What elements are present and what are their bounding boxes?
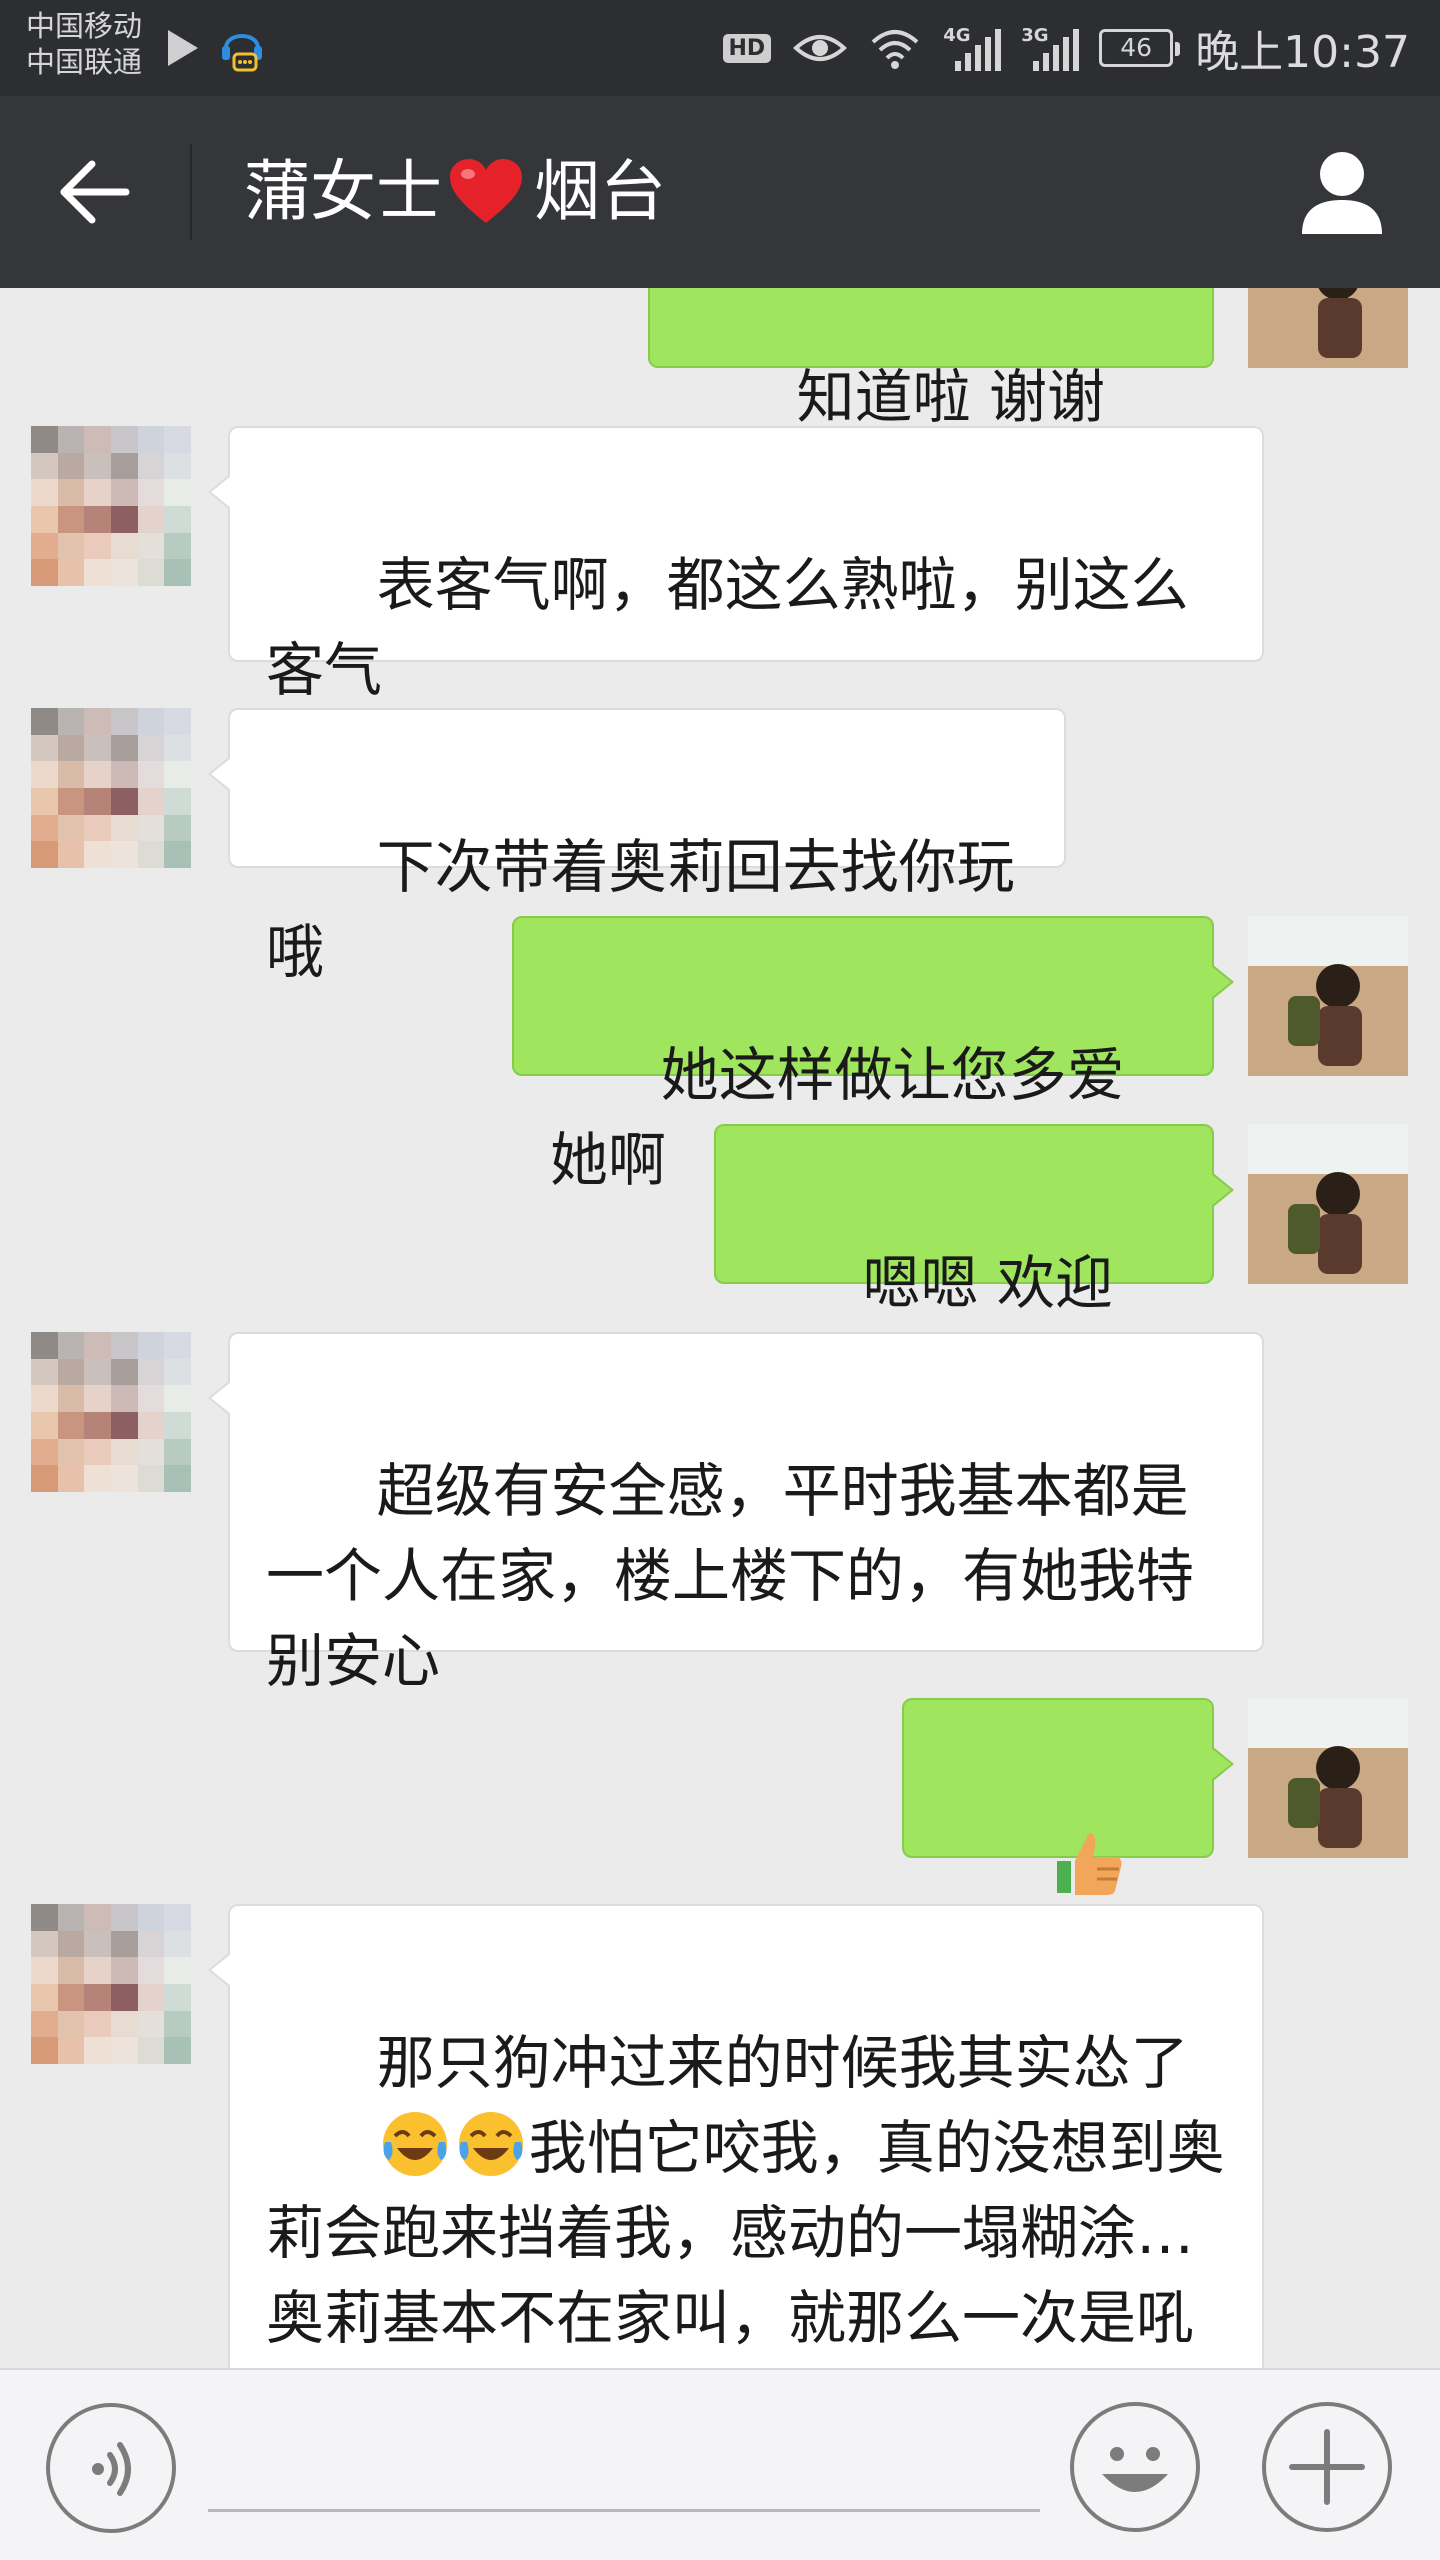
message-text: 知道啦 谢谢 [796,363,1106,431]
message-bubble-incoming[interactable]: 表客气啊，都这么熟啦，别这么客气 [208,426,1264,704]
my-avatar[interactable] [1248,1698,1408,1858]
chat-title: 蒲女士 烟台 [244,154,666,230]
play-icon [168,30,198,66]
smiley-icon [1102,2447,1168,2492]
message-list[interactable]: 知道啦 谢谢 表客气啊，都这么熟啦，别这么客气 下次带着奥莉回去找你玩哦 她这样… [0,288,1440,2368]
message-bubble-outgoing[interactable]: 她这样做让您多爱她啊 [512,916,1234,1194]
message-bubble-incoming[interactable]: 那只狗冲过来的时候我其实怂了 我怕它咬我，真的没想到奥莉会跑来挡着我，感动的一塌… [208,1904,1264,2368]
status-indicators: HD 4G 3G 46 晚上10:37 [722,18,1410,78]
status-bar: 中国移动 中国联通 HD 4G 3G 46 晚上10:37 [0,0,1440,96]
wifi-icon [871,30,919,69]
clock: 晚上10:37 [1195,27,1410,78]
message-text: 超级有安全感，平时我基本都是一个人在家，楼上楼下的，有她我特别安心 [266,1457,1195,1695]
carrier-2: 中国联通 [26,45,143,79]
message-bubble-incoming[interactable]: 下次带着奥莉回去找你玩哦 [208,708,1066,986]
message-bubble-outgoing[interactable] [902,1698,1234,2093]
heart-icon [450,159,522,223]
crying-laughing-emoji [458,2112,523,2176]
message-bubble-outgoing[interactable]: 嗯嗯 欢迎 [714,1124,1234,1480]
plus-icon [1289,2429,1365,2505]
chat-title-city: 烟台 [534,153,666,230]
my-avatar[interactable] [1248,1124,1408,1284]
contact-avatar[interactable] [31,708,191,868]
eye-icon [793,35,848,61]
signal-icon: 4G [943,25,1002,71]
chat-input-bar [0,2368,1440,2560]
chat-header: 蒲女士 烟台 [0,96,1440,288]
nav-divider [190,144,192,240]
contact-avatar[interactable] [31,1904,191,2064]
contact-avatar[interactable] [31,1332,191,1492]
more-button[interactable] [1262,2402,1392,2532]
message-bubble-outgoing[interactable]: 知道啦 谢谢 [648,288,1214,594]
my-avatar[interactable] [1248,288,1408,368]
arrow-left-icon[interactable] [56,152,136,232]
carrier-info: 中国移动 中国联通 [26,8,142,80]
my-avatar[interactable] [1248,916,1408,1076]
voice-icon [92,2442,131,2496]
message-text: 嗯嗯 欢迎 [862,1249,1114,1317]
person-icon[interactable] [1296,146,1388,238]
emoji-button[interactable] [1070,2402,1200,2532]
message-bubble-incoming[interactable]: 超级有安全感，平时我基本都是一个人在家，楼上楼下的，有她我特别安心 [208,1332,1264,1695]
message-input[interactable] [208,2430,1040,2512]
hd-badge: HD [722,33,772,63]
crying-laughing-emoji [382,2112,447,2176]
voice-button[interactable] [46,2403,176,2533]
thumbs-up-emoji [1056,1833,1122,1895]
carrier-1: 中国移动 [26,9,143,43]
signal-icon-2: 3G [1021,25,1080,71]
support-agent-icon [222,34,262,72]
chat-title-name: 蒲女士 [244,153,442,230]
battery-icon: 46 [1099,29,1181,67]
message-text: 那只狗冲过来的时候我其实怂了 [376,2029,1189,2097]
contact-avatar[interactable] [31,426,191,586]
